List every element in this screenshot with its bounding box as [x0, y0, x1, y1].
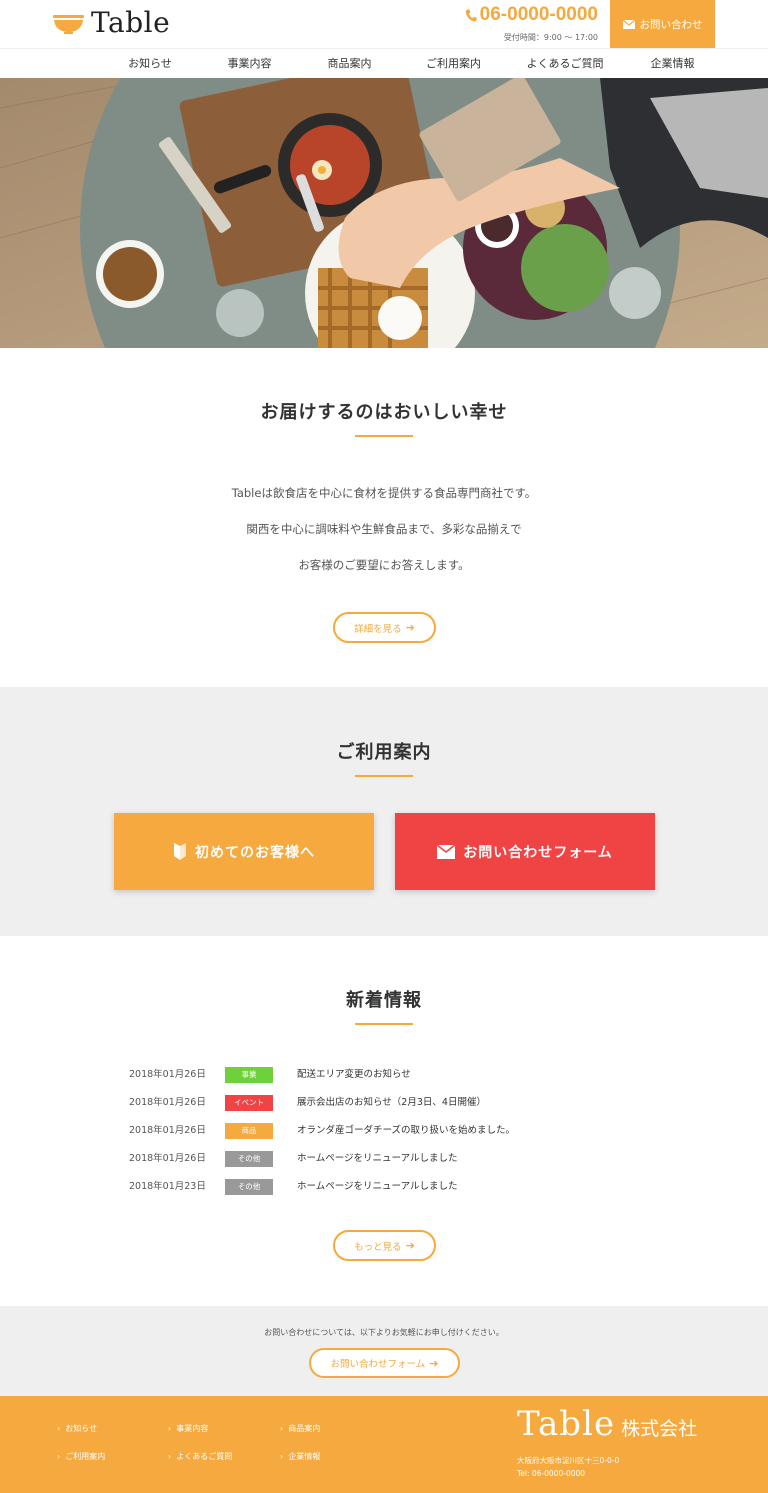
footer-link-business[interactable]: › 事業内容	[168, 1423, 208, 1434]
news-date: 2018年01月26日	[129, 1153, 206, 1164]
global-nav: お知らせ 事業内容 商品案内 ご利用案内 よくあるご質問 企業情報	[0, 48, 768, 78]
footer-address: 大阪府大阪市淀川区十三0-0-0	[517, 1456, 620, 1465]
strip-contact-form-label: お問い合わせフォーム	[330, 1359, 426, 1370]
news-date: 2018年01月26日	[129, 1097, 206, 1108]
news-item[interactable]: 2018年01月26日 事業 配送エリア変更のお知らせ	[0, 1067, 768, 1083]
phone-block: 06-0000-0000 受付時間：9:00 〜 17:00	[465, 4, 598, 43]
header-contact-button[interactable]: お問い合わせ	[610, 0, 715, 48]
news-more-button[interactable]: もっと見る ➔	[333, 1230, 436, 1261]
contact-form-label: お問い合わせフォーム	[463, 844, 613, 861]
header-contact-label: お問い合わせ	[639, 18, 703, 31]
nav-item-products[interactable]: 商品案内	[300, 49, 400, 78]
site-logo[interactable]: Table	[53, 8, 170, 38]
footer-link-products[interactable]: › 商品案内	[280, 1423, 320, 1434]
chevron-right-icon: ›	[168, 1452, 172, 1461]
news-category-badge: その他	[225, 1151, 273, 1167]
about-text-line-2: 関西を中心に調味料や生鮮食品まで、多彩な品揃えで	[246, 522, 522, 536]
footer-link-guide[interactable]: › ご利用案内	[57, 1451, 105, 1462]
news-item[interactable]: 2018年01月26日 商品 オランダ産ゴーダチーズの取り扱いを始めました。	[0, 1123, 768, 1139]
business-hours: 受付時間：9:00 〜 17:00	[503, 33, 598, 42]
site-header: Table 06-0000-0000 受付時間：9:00 〜 17:00 お問い…	[0, 0, 768, 48]
nav-item-faq[interactable]: よくあるご質問	[508, 49, 623, 78]
news-date: 2018年01月26日	[129, 1125, 206, 1136]
news-title-link[interactable]: 配送エリア変更のお知らせ	[297, 1067, 411, 1083]
guide-title-underline	[355, 775, 413, 777]
hero-image	[0, 78, 768, 348]
about-title-underline	[355, 435, 413, 437]
arrow-right-icon: ➔	[405, 621, 415, 634]
news-title: 新着情報	[346, 990, 422, 1011]
site-footer: › お知らせ › 事業内容 › 商品案内 › ご利用案内 › よくあるご質問 ›…	[0, 1396, 768, 1493]
mail-icon	[437, 844, 456, 859]
news-title-link[interactable]: オランダ産ゴーダチーズの取り扱いを始めました。	[297, 1123, 515, 1139]
chevron-right-icon: ›	[168, 1424, 172, 1433]
mail-icon	[622, 19, 635, 29]
about-title: お届けするのはおいしい幸せ	[260, 402, 508, 423]
news-title-link[interactable]: ホームページをリニューアルしました	[297, 1151, 458, 1167]
news-category-badge: イベント	[225, 1095, 273, 1111]
news-category-badge: その他	[225, 1179, 273, 1195]
footer-link-label: よくあるご質問	[176, 1452, 233, 1461]
chevron-right-icon: ›	[57, 1452, 61, 1461]
news-date: 2018年01月23日	[129, 1181, 206, 1192]
news-category-badge: 商品	[225, 1123, 273, 1139]
about-details-label: 詳細を見る	[354, 623, 402, 635]
phone-number-text: 06-0000-0000	[479, 4, 598, 25]
footer-logo: Table	[517, 1404, 616, 1444]
news-date: 2018年01月26日	[129, 1069, 206, 1080]
footer-tel: Tel: 06-0000-0000	[517, 1469, 586, 1478]
footer-link-faq[interactable]: › よくあるご質問	[168, 1451, 232, 1462]
footer-link-company[interactable]: › 企業情報	[280, 1451, 320, 1462]
first-time-customer-label: 初めてのお客様へ	[195, 844, 315, 861]
contact-strip-text: お問い合わせについては、以下よりお気軽にお申し付けください。	[264, 1328, 504, 1337]
footer-link-news[interactable]: › お知らせ	[57, 1423, 97, 1434]
strip-contact-form-button[interactable]: お問い合わせフォーム ➔	[309, 1348, 460, 1378]
about-text-line-3: お客様のご要望にお答えします。	[298, 558, 470, 572]
news-title-underline	[355, 1023, 413, 1025]
phone-icon	[465, 9, 477, 21]
nav-item-guide[interactable]: ご利用案内	[400, 49, 508, 78]
footer-link-label: 企業情報	[288, 1452, 321, 1461]
news-title-link[interactable]: 展示会出店のお知らせ（2月3日、4日開催）	[297, 1095, 486, 1111]
footer-link-label: 事業内容	[176, 1424, 209, 1433]
logo-text: Table	[91, 6, 171, 39]
news-item[interactable]: 2018年01月23日 その他 ホームページをリニューアルしました	[0, 1179, 768, 1195]
news-item[interactable]: 2018年01月26日 イベント 展示会出店のお知らせ（2月3日、4日開催）	[0, 1095, 768, 1111]
news-title-link[interactable]: ホームページをリニューアルしました	[297, 1179, 458, 1195]
footer-link-label: 商品案内	[288, 1424, 321, 1433]
footer-link-label: ご利用案内	[65, 1452, 106, 1461]
arrow-right-icon: ➔	[405, 1239, 415, 1252]
nav-item-company[interactable]: 企業情報	[623, 49, 723, 78]
nav-item-business[interactable]: 事業内容	[200, 49, 300, 78]
footer-company-suffix: 株式会社	[621, 1418, 698, 1440]
chevron-right-icon: ›	[57, 1424, 61, 1433]
footer-link-label: お知らせ	[65, 1424, 98, 1433]
guide-section	[0, 687, 768, 936]
arrow-right-icon: ➔	[429, 1356, 439, 1370]
footer-brand: Table 株式会社	[517, 1404, 697, 1444]
about-text-line-1: Tableは飲食店を中心に食材を提供する食品専門商社です。	[231, 486, 537, 500]
chevron-right-icon: ›	[280, 1452, 284, 1461]
contact-form-button[interactable]: お問い合わせフォーム	[395, 813, 655, 890]
news-more-label: もっと見る	[354, 1241, 402, 1253]
guide-title: ご利用案内	[336, 742, 432, 763]
beginner-mark-icon	[174, 842, 186, 860]
phone-number[interactable]: 06-0000-0000	[465, 4, 598, 26]
bowl-icon	[53, 15, 84, 34]
news-item[interactable]: 2018年01月26日 その他 ホームページをリニューアルしました	[0, 1151, 768, 1167]
nav-item-news[interactable]: お知らせ	[101, 49, 200, 78]
hero-food-illustration	[0, 78, 768, 348]
first-time-customer-button[interactable]: 初めてのお客様へ	[114, 813, 374, 890]
chevron-right-icon: ›	[280, 1424, 284, 1433]
news-category-badge: 事業	[225, 1067, 273, 1083]
about-details-button[interactable]: 詳細を見る ➔	[333, 612, 436, 643]
